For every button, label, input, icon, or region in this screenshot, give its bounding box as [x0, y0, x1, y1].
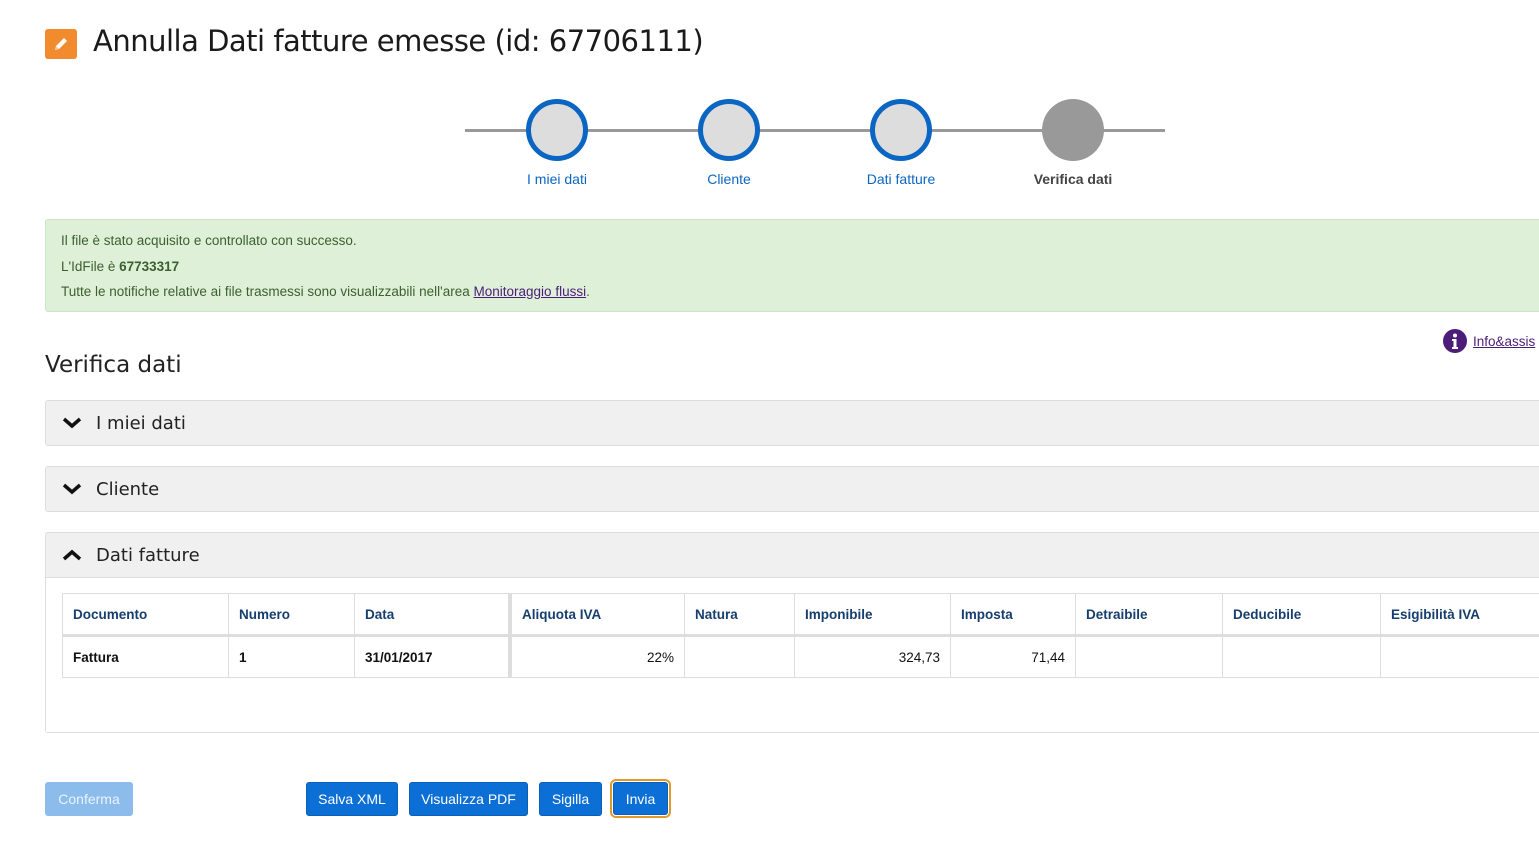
step-circle-i-miei-dati[interactable] — [526, 99, 588, 161]
panel-header[interactable]: Dati fatture — [46, 533, 1539, 577]
step-label[interactable]: I miei dati — [471, 171, 643, 187]
section-title: Verifica dati — [45, 352, 182, 378]
cell-natura — [684, 635, 795, 678]
success-alert: Il file è stato acquisito e controllato … — [45, 219, 1539, 312]
page-title: Annulla Dati fatture emesse (id: 6770611… — [93, 24, 704, 58]
panel-title: I miei dati — [96, 412, 186, 434]
panel-title: Dati fatture — [96, 544, 200, 566]
visualizza-pdf-button[interactable]: Visualizza PDF — [409, 782, 528, 816]
alert-line: L'IdFile è 67733317 — [61, 259, 179, 274]
chevron-up-icon — [62, 549, 82, 561]
cell-numero: 1 — [228, 635, 355, 678]
col-header: Detraibile — [1075, 593, 1223, 637]
id-file: 67733317 — [119, 259, 180, 274]
col-header: Imponibile — [794, 593, 951, 637]
alert-text: . — [586, 284, 590, 299]
col-header: Imposta — [950, 593, 1076, 637]
chevron-down-icon — [62, 417, 82, 429]
step-circle-verifica-dati — [1042, 99, 1104, 161]
panel-cliente: Cliente — [45, 466, 1539, 512]
info-icon — [1443, 329, 1467, 353]
step-circle-dati-fatture[interactable] — [870, 99, 932, 161]
salva-xml-button[interactable]: Salva XML — [306, 782, 398, 816]
cell-detraibile — [1075, 635, 1223, 678]
panel-header[interactable]: I miei dati — [46, 401, 1539, 445]
info-assistance[interactable]: Info&assis — [1443, 329, 1535, 353]
fatture-table: Documento Numero Data Aliquota IVA Natur… — [62, 593, 1539, 678]
cell-deducibile — [1222, 635, 1381, 678]
step-label[interactable]: Cliente — [643, 171, 815, 187]
panel-title: Cliente — [96, 478, 160, 500]
conferma-button[interactable]: Conferma — [45, 782, 133, 816]
step-label[interactable]: Dati fatture — [815, 171, 987, 187]
pencil-icon — [45, 29, 77, 59]
chevron-down-icon — [62, 483, 82, 495]
cell-documento: Fattura — [62, 635, 229, 678]
col-header: Natura — [684, 593, 795, 637]
alert-line: Il file è stato acquisito e controllato … — [61, 233, 357, 248]
info-link[interactable]: Info&assis — [1473, 334, 1535, 349]
cell-data: 31/01/2017 — [354, 635, 511, 678]
table-header-row: Documento Numero Data Aliquota IVA Natur… — [62, 593, 1539, 637]
cell-esigibilita — [1380, 635, 1539, 678]
col-header: Deducibile — [1222, 593, 1381, 637]
col-header: Esigibilità IVA — [1380, 593, 1539, 637]
col-header: Aliquota IVA — [508, 593, 685, 637]
alert-line: Tutte le notifiche relative ai file tras… — [61, 284, 590, 299]
panel-body: Documento Numero Data Aliquota IVA Natur… — [46, 577, 1539, 732]
cell-aliquota: 22% — [508, 635, 685, 678]
panel-dati-fatture: Dati fatture Documento Numero Data Aliqu… — [45, 532, 1539, 733]
alert-text: Tutte le notifiche relative ai file tras… — [61, 284, 474, 299]
cell-imponibile: 324,73 — [794, 635, 951, 678]
panel-i-miei-dati: I miei dati — [45, 400, 1539, 446]
panel-header[interactable]: Cliente — [46, 467, 1539, 511]
col-header: Numero — [228, 593, 355, 637]
step-label: Verifica dati — [1033, 171, 1113, 187]
monitoraggio-flussi-link[interactable]: Monitoraggio flussi — [474, 284, 587, 299]
step-circle-cliente[interactable] — [698, 99, 760, 161]
sigilla-button[interactable]: Sigilla — [539, 782, 602, 816]
cell-imposta: 71,44 — [950, 635, 1076, 678]
col-header: Documento — [62, 593, 229, 637]
table-row: Fattura 1 31/01/2017 22% 324,73 71,44 — [62, 635, 1539, 678]
col-header: Data — [354, 593, 511, 637]
alert-text: L'IdFile è — [61, 259, 120, 274]
invia-button[interactable]: Invia — [610, 779, 671, 818]
